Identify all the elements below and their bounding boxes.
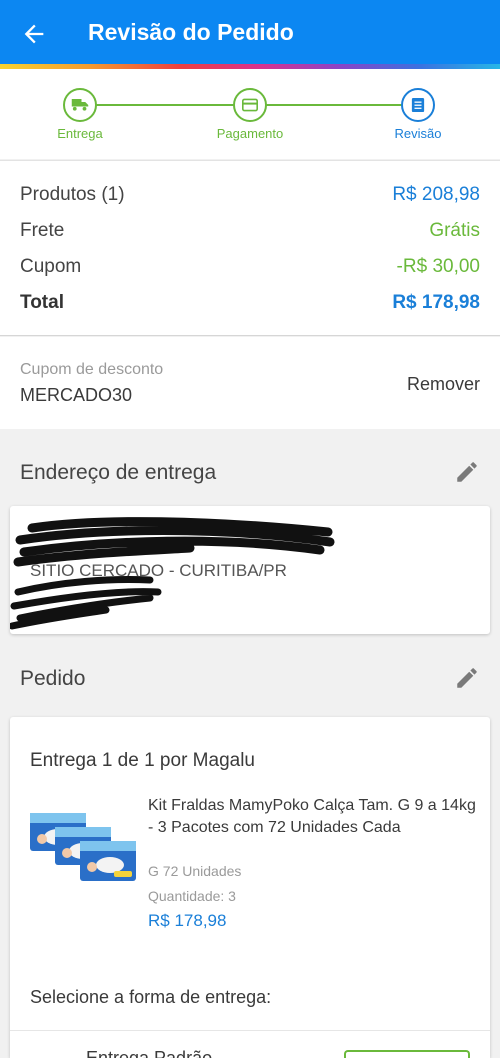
order-section-title: Pedido: [20, 667, 86, 690]
step-label: Revisão: [394, 126, 442, 141]
arrow-left-icon[interactable]: [20, 20, 48, 48]
redaction-scribble: [10, 517, 335, 630]
page-title: Revisão do Pedido: [88, 19, 294, 45]
checkout-stepper: Entrega Pagamento Revisão: [0, 69, 500, 159]
order-card: Entrega 1 de 1 por Magalu Kit Fraldas Ma…: [10, 717, 490, 1058]
summary-label: Total: [20, 292, 64, 313]
step-pagamento[interactable]: Pagamento: [190, 88, 310, 141]
delivery-prompt: Selecione a forma de entrega:: [30, 987, 272, 1007]
product-quantity: Quantidade: 3: [148, 888, 236, 904]
step-revisao[interactable]: Revisão: [358, 88, 478, 141]
truck-icon: [71, 99, 89, 111]
coupon-code: MERCADO30: [20, 385, 133, 405]
summary-value: -R$ 30,00: [396, 256, 480, 277]
document-icon: [411, 98, 425, 112]
address-card[interactable]: SITIO CERCADO - CURITIBA/PR: [10, 506, 490, 634]
delivery-option-button[interactable]: [344, 1050, 470, 1058]
step-label: Entrega: [57, 126, 103, 141]
order-summary: Produtos (1) R$ 208,98 Frete Grátis Cupo…: [0, 160, 500, 336]
summary-row-total: Total R$ 178,98: [20, 290, 480, 316]
remove-coupon-button[interactable]: Remover: [407, 374, 480, 395]
summary-label: Frete: [20, 220, 65, 241]
summary-label: Produtos (1): [20, 184, 125, 205]
step-entrega[interactable]: Entrega: [20, 88, 140, 141]
summary-row-products: Produtos (1) R$ 208,98: [20, 182, 480, 208]
step-circle: [401, 88, 435, 122]
summary-label: Cupom: [20, 256, 82, 277]
address-section-title: Endereço de entrega: [20, 461, 217, 484]
divider: [10, 1030, 490, 1031]
summary-row-coupon: Cupom -R$ 30,00: [20, 254, 480, 280]
product-image[interactable]: [28, 807, 140, 887]
coupon-caption: Cupom de desconto: [20, 361, 164, 378]
app-bar: Revisão do Pedido: [0, 0, 500, 64]
product-price: R$ 178,98: [148, 911, 227, 930]
step-label: Pagamento: [216, 126, 284, 141]
summary-value: Grátis: [429, 220, 480, 241]
card-icon: [242, 98, 258, 112]
step-circle: [63, 88, 97, 122]
delivery-option-label[interactable]: Entrega Padrão: [86, 1048, 212, 1058]
product-variant: G 72 Unidades: [148, 863, 242, 879]
summary-row-shipping: Frete Grátis: [20, 218, 480, 244]
shipment-label: Entrega 1 de 1 por Magalu: [30, 750, 255, 771]
edit-address-pencil-icon[interactable]: [454, 459, 480, 485]
edit-order-pencil-icon[interactable]: [454, 665, 480, 691]
summary-value: R$ 208,98: [392, 184, 480, 205]
coupon-section: Cupom de desconto MERCADO30 Remover: [0, 337, 500, 429]
summary-value: R$ 178,98: [392, 292, 480, 313]
step-circle: [233, 88, 267, 122]
product-name[interactable]: Kit Fraldas MamyPoko Calça Tam. G 9 a 14…: [148, 795, 478, 839]
